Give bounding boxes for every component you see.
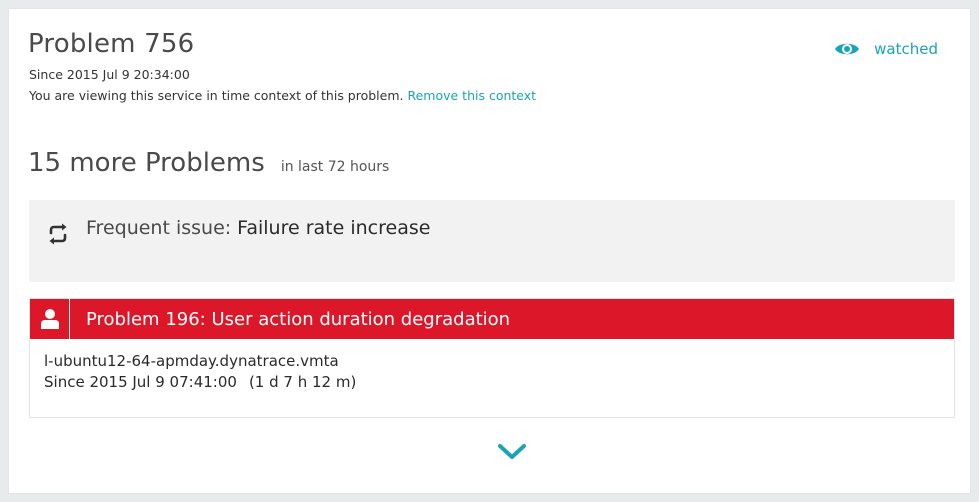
more-problems-subtitle: in last 72 hours xyxy=(280,159,390,175)
user-icon xyxy=(30,299,70,339)
problem-timing: Since 2015 Jul 9 07:41:00 (1 d 7 h 12 m) xyxy=(44,372,940,393)
frequent-issue-value: Failure rate increase xyxy=(237,217,431,239)
problem-panel: Problem 756 Since 2015 Jul 9 20:34:00 Yo… xyxy=(8,8,971,494)
problem-card-body: l-ubuntu12-64-apmday.dynatrace.vmta Sinc… xyxy=(30,339,954,405)
problem-duration: (1 d 7 h 12 m) xyxy=(248,373,357,391)
watched-toggle[interactable]: watched xyxy=(834,39,938,59)
problem-since: Since 2015 Jul 9 20:34:00 xyxy=(29,67,190,82)
remove-context-link[interactable]: Remove this context xyxy=(407,88,536,103)
frequent-issue-label: Frequent issue: xyxy=(86,217,232,239)
frequent-issue-text: Frequent issue: Failure rate increase xyxy=(86,217,430,239)
problem-host: l-ubuntu12-64-apmday.dynatrace.vmta xyxy=(44,352,339,370)
page-title: Problem 756 xyxy=(28,29,195,59)
more-problems-heading: 15 more Problems in last 72 hours xyxy=(28,148,389,178)
repeat-icon xyxy=(49,223,67,245)
context-notice: You are viewing this service in time con… xyxy=(29,88,536,103)
watched-label: watched xyxy=(874,40,938,58)
chevron-down-icon[interactable] xyxy=(497,443,527,461)
problem-card-header: Problem 196: User action duration degrad… xyxy=(30,299,954,339)
context-text: You are viewing this service in time con… xyxy=(29,88,404,103)
problem-card-since: Since 2015 Jul 9 07:41:00 xyxy=(44,373,237,391)
more-problems-title: 15 more Problems xyxy=(28,148,265,178)
problem-card-title: Problem 196: User action duration degrad… xyxy=(86,308,511,330)
frequent-issue-box: Frequent issue: Failure rate increase xyxy=(29,200,955,282)
problem-card[interactable]: Problem 196: User action duration degrad… xyxy=(29,298,955,418)
eye-icon xyxy=(835,43,860,55)
